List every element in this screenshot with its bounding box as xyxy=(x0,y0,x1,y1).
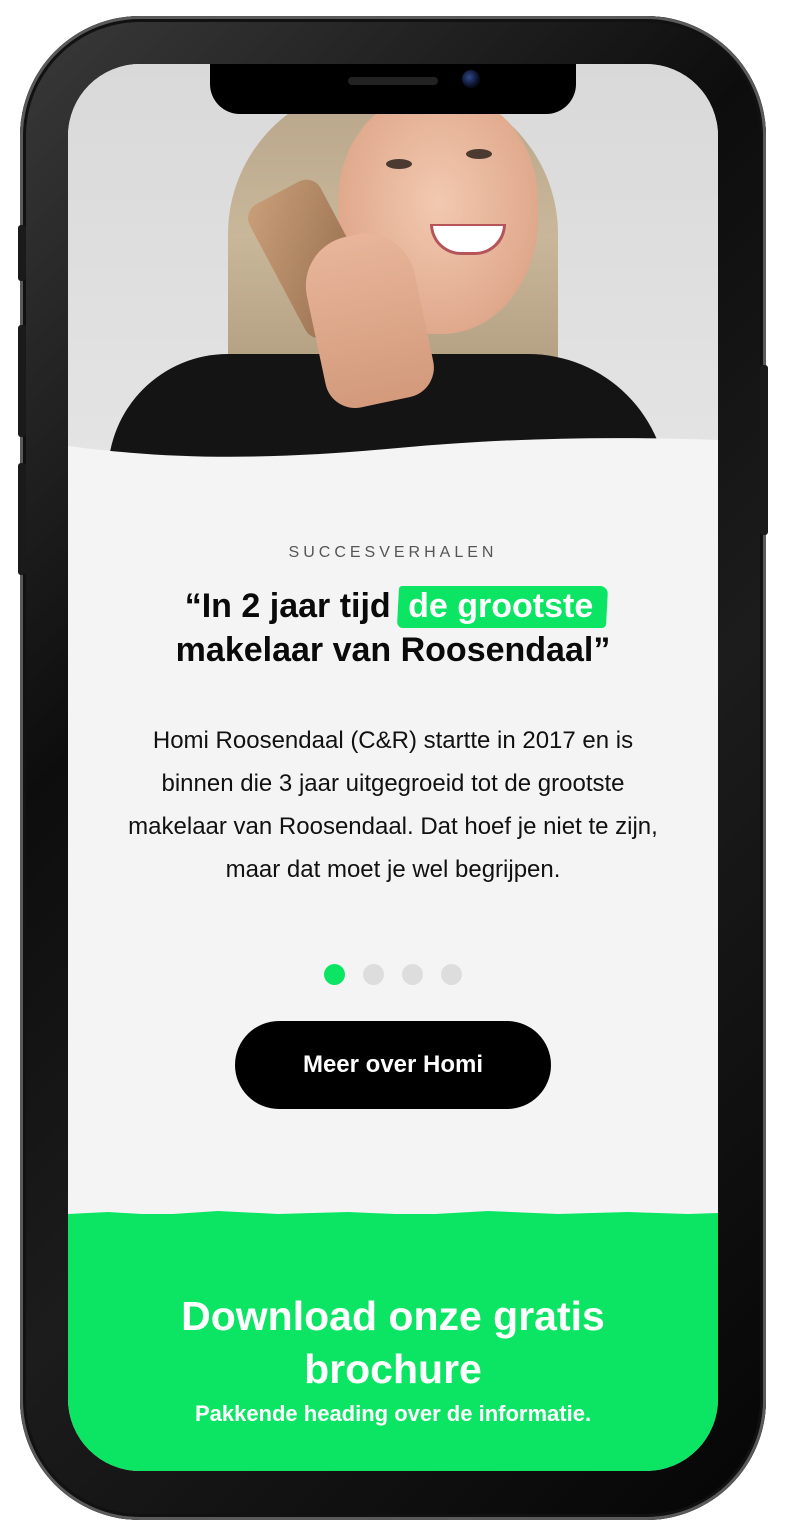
wave-divider-top xyxy=(68,438,718,472)
testimonial-headline: “In 2 jaar tijd de grootste makelaar van… xyxy=(98,584,688,672)
phone-screen: SUCCESVERHALEN “In 2 jaar tijd de groots… xyxy=(68,64,718,1471)
testimonial-body: Homi Roosendaal (C&R) startte in 2017 en… xyxy=(128,727,658,883)
headline-part-1: “In 2 jaar tijd xyxy=(184,587,391,625)
phone-notch xyxy=(210,64,576,114)
download-title: Download onze gratis brochure xyxy=(181,1293,605,1392)
download-subtitle: Pakkende heading over de informatie. xyxy=(194,1401,592,1426)
meer-over-homi-button[interactable]: Meer over Homi xyxy=(235,1021,551,1109)
power-button xyxy=(760,365,768,535)
headline-highlight: de grootste xyxy=(400,584,601,628)
speaker-grille xyxy=(348,77,438,85)
carousel-dot-1[interactable] xyxy=(324,964,345,985)
carousel-dot-4[interactable] xyxy=(441,964,462,985)
photo-eye-right xyxy=(466,149,492,159)
hero-photo xyxy=(68,64,718,464)
carousel-dot-3[interactable] xyxy=(402,964,423,985)
volume-down-button xyxy=(18,463,26,575)
section-eyebrow: SUCCESVERHALEN xyxy=(288,544,498,561)
photo-eye-left xyxy=(386,159,412,169)
mute-switch xyxy=(18,225,26,281)
carousel-pagination xyxy=(68,964,718,985)
volume-up-button xyxy=(18,325,26,437)
front-camera xyxy=(462,70,480,88)
carousel-dot-2[interactable] xyxy=(363,964,384,985)
headline-part-2: makelaar van Roosendaal” xyxy=(175,631,611,669)
